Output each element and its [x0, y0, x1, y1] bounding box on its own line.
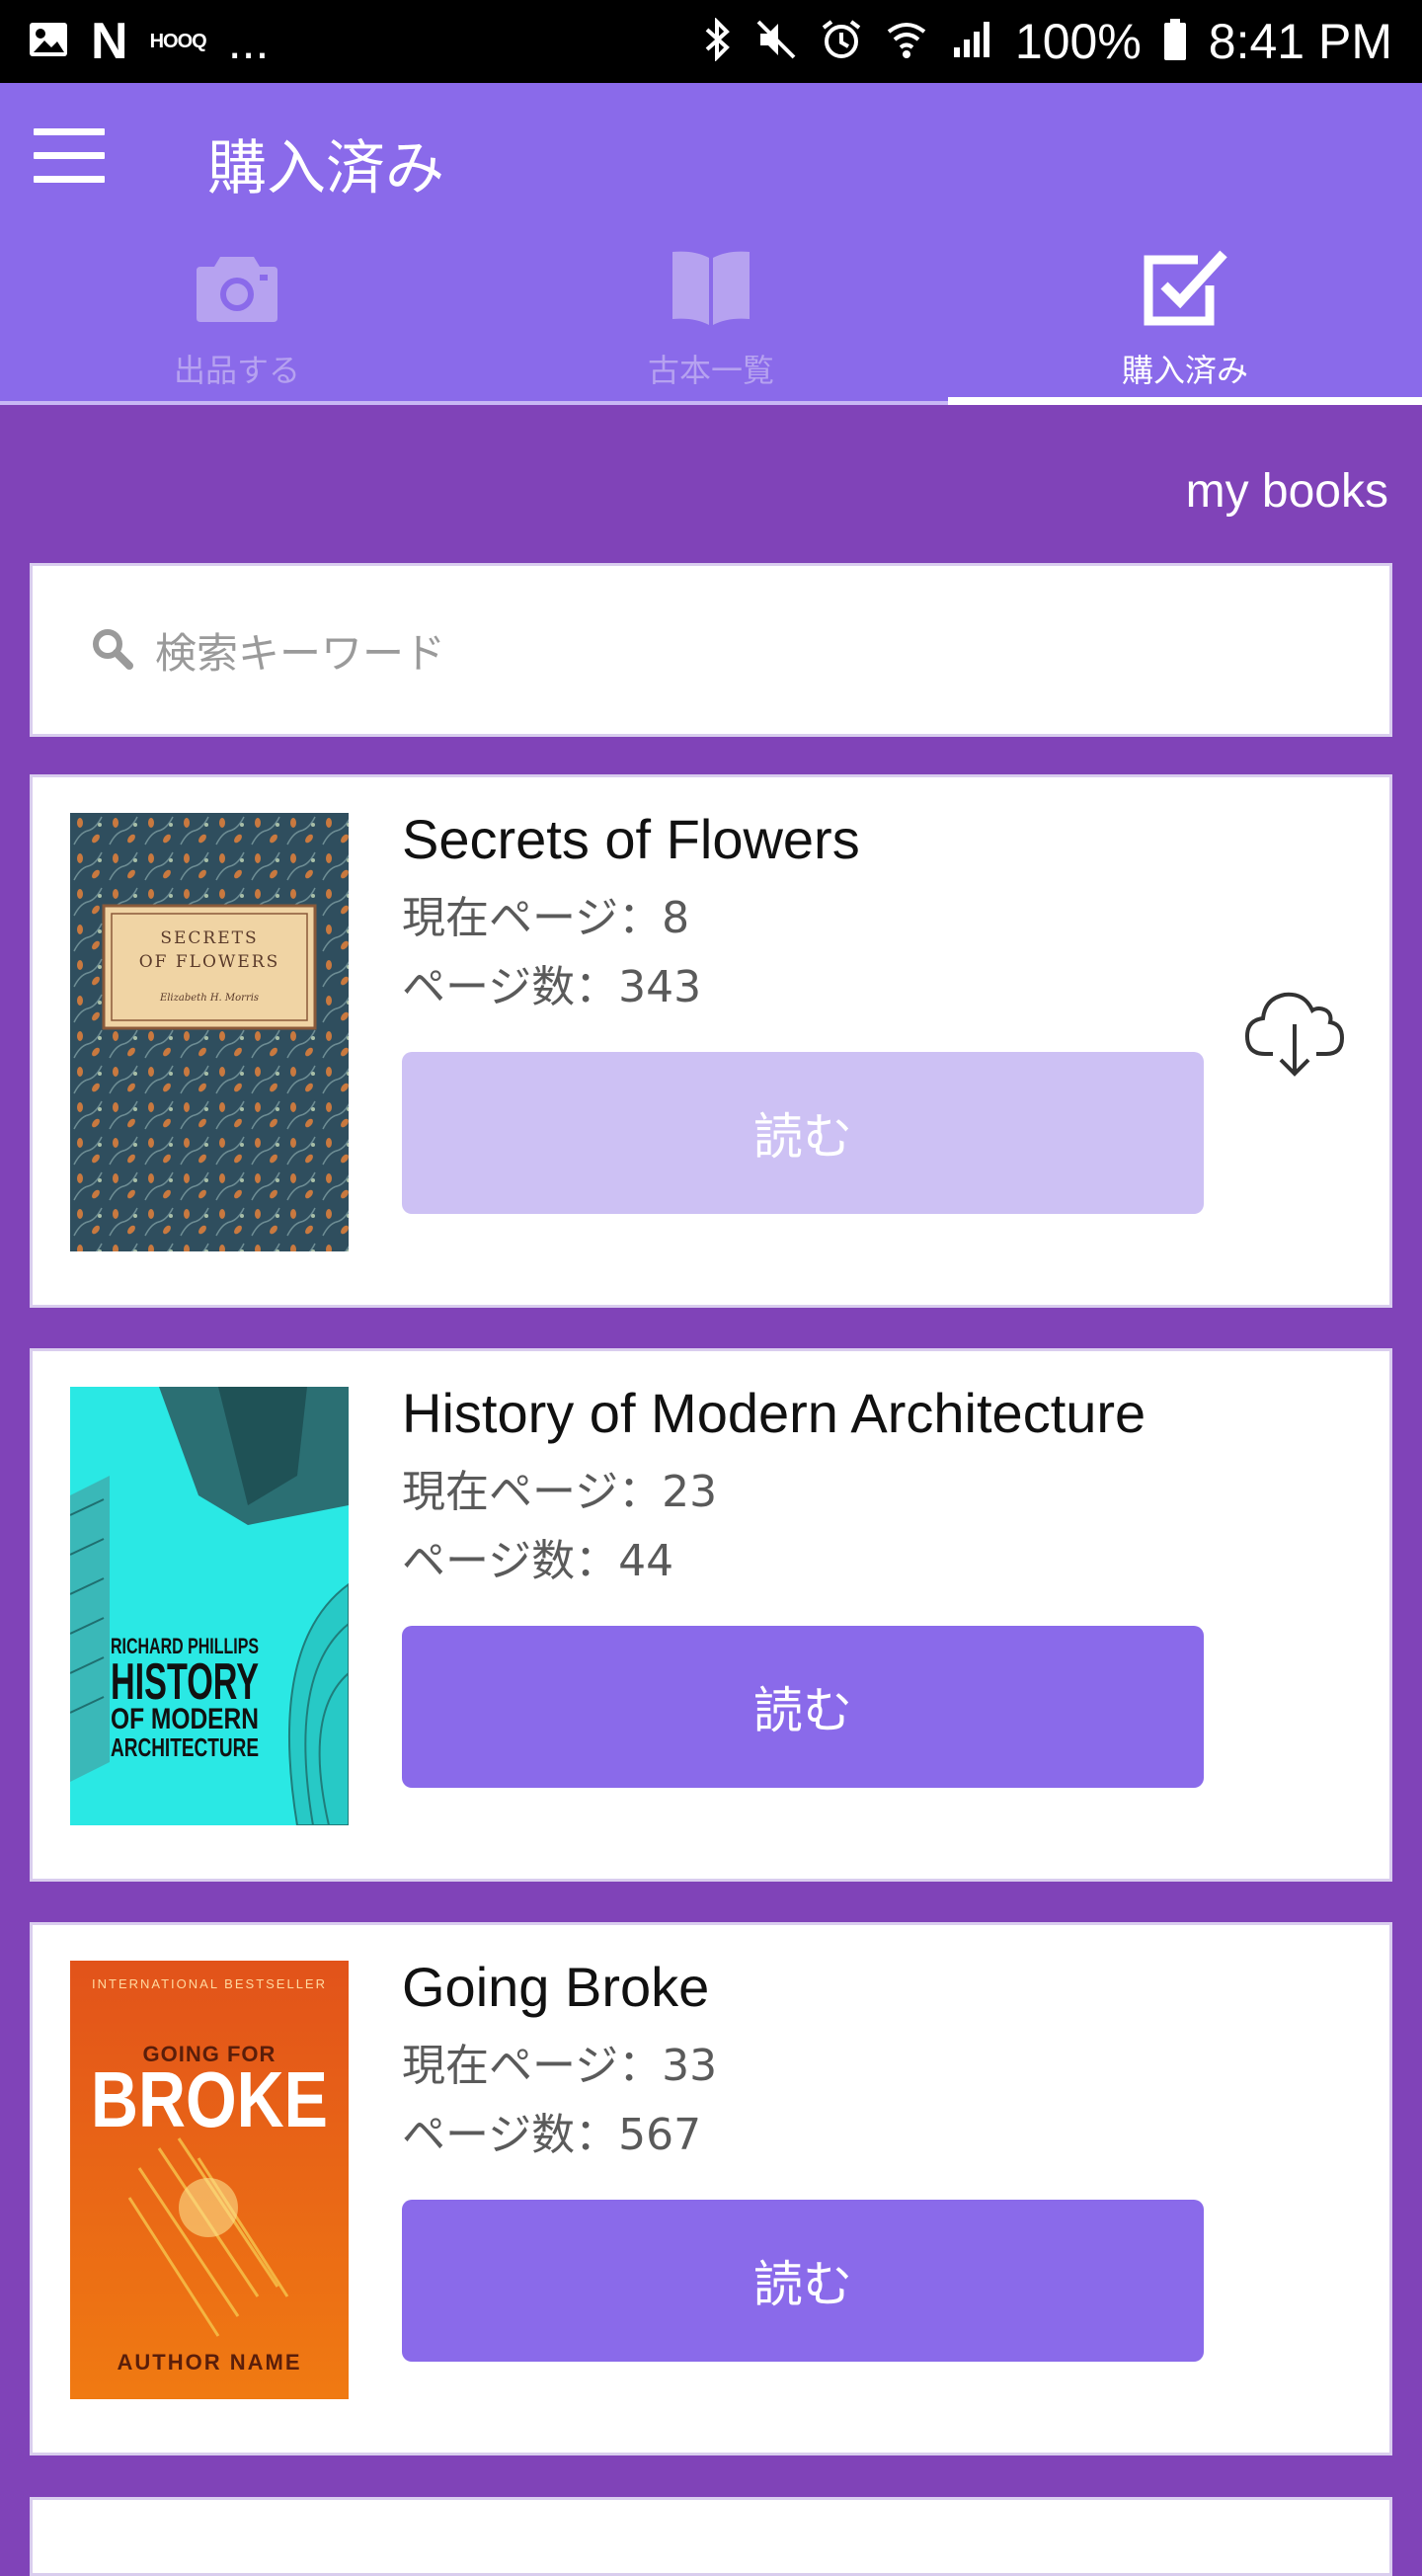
- current-page: 現在ページ：33: [402, 2041, 718, 2091]
- book-card: INTERNATIONAL BESTSELLER GOING FOR BROKE…: [30, 1922, 1392, 2455]
- book-card: SECRETS OF FLOWERS Elizabeth H. Morris S…: [30, 774, 1392, 1308]
- read-button[interactable]: 読む: [402, 1052, 1204, 1214]
- mute-icon: [754, 18, 798, 65]
- section-label: my books: [1185, 465, 1388, 518]
- cover-author: AUTHOR NAME: [118, 2350, 302, 2375]
- more-notifications-indicator: ...: [227, 14, 270, 69]
- search-icon: [90, 626, 133, 674]
- page-title: 購入済み: [207, 134, 444, 203]
- read-button[interactable]: 読む: [402, 1626, 1204, 1788]
- cover-author: Elizabeth H. Morris: [159, 993, 259, 1004]
- cover-title-line2: BROKE: [91, 2055, 328, 2143]
- book-cover: INTERNATIONAL BESTSELLER GOING FOR BROKE…: [70, 1961, 349, 2399]
- checkbox-icon: [1141, 241, 1229, 336]
- image-notification-icon: [28, 19, 69, 64]
- tab-purchased[interactable]: 購入済み: [948, 231, 1422, 405]
- book-title: Secrets of Flowers: [402, 808, 860, 870]
- battery-percent: 100%: [1014, 14, 1142, 69]
- tab-label: 古本一覧: [647, 352, 774, 389]
- signal-icon: [950, 18, 993, 65]
- search-placeholder: 検索キーワード: [155, 628, 446, 678]
- battery-icon: [1163, 18, 1187, 65]
- current-page: 現在ページ：23: [402, 1467, 718, 1517]
- tab-bar: 出品する 古本一覧 購入済み: [0, 231, 1422, 405]
- bluetooth-icon: [703, 17, 733, 65]
- book-cover: SECRETS OF FLOWERS Elizabeth H. Morris: [70, 813, 349, 1251]
- main-content: my books 検索キーワード SECRETS OF FLOWERS Eliz…: [0, 405, 1422, 2576]
- toolbar: 購入済み: [0, 83, 1422, 231]
- tab-indicator-active: [948, 397, 1422, 405]
- menu-icon[interactable]: [34, 128, 105, 188]
- current-page: 現在ページ：8: [402, 893, 690, 943]
- alarm-icon: [820, 18, 863, 65]
- book-title: Going Broke: [402, 1956, 710, 2018]
- book-cover: RICHARD PHILLIPS HISTORY OF MODERN ARCHI…: [70, 1387, 349, 1825]
- book-card: RICHARD PHILLIPS HISTORY OF MODERN ARCHI…: [30, 1348, 1392, 1882]
- page-count: ページ数：567: [402, 2110, 702, 2160]
- cover-tagline: INTERNATIONAL BESTSELLER: [92, 1976, 327, 1991]
- hooq-notification-icon: HOOQ: [149, 30, 207, 52]
- cover-title-line2: OF FLOWERS: [139, 952, 280, 972]
- cloud-download-icon[interactable]: [1243, 985, 1346, 1084]
- tab-sell[interactable]: 出品する: [0, 231, 474, 405]
- read-button[interactable]: 読む: [402, 2200, 1204, 2362]
- tab-used-books[interactable]: 古本一覧: [474, 231, 948, 405]
- cover-title-line1: SECRETS: [160, 928, 258, 948]
- book-card: [30, 2497, 1392, 2576]
- tab-label: 購入済み: [1121, 352, 1248, 389]
- page-count: ページ数：44: [402, 1536, 674, 1586]
- cover-title-line2: OF MODERN: [111, 1703, 259, 1735]
- camera-icon: [193, 241, 281, 336]
- book-title: History of Modern Architecture: [402, 1382, 1146, 1444]
- page-count: ページ数：343: [402, 962, 702, 1012]
- netflix-notification-icon: N: [91, 13, 128, 70]
- clock: 8:41 PM: [1208, 14, 1392, 69]
- cover-title-line3: ARCHITECTURE: [111, 1732, 259, 1762]
- tab-label: 出品する: [173, 352, 300, 389]
- search-input[interactable]: 検索キーワード: [30, 563, 1392, 737]
- book-icon: [669, 241, 753, 336]
- wifi-icon: [885, 18, 928, 65]
- app-bar: 購入済み 出品する 古本一覧 購入済み: [0, 83, 1422, 405]
- status-bar: N HOOQ ... 100% 8:41 PM: [0, 0, 1422, 83]
